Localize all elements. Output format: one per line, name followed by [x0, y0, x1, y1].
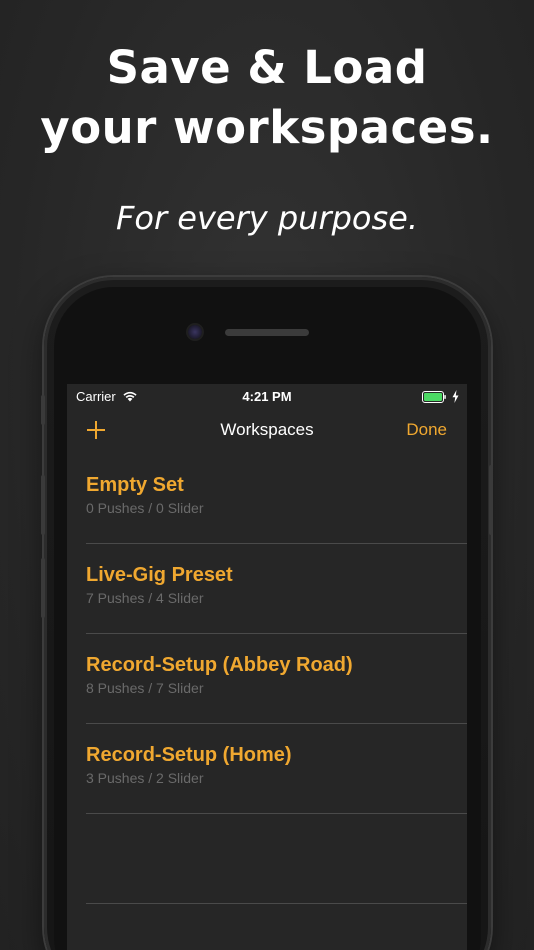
tagline: For every purpose.	[115, 199, 419, 237]
workspace-name: Live-Gig Preset	[86, 564, 233, 586]
camera-icon	[188, 325, 202, 339]
workspace-details: 7 Pushes / 4 Slider	[86, 590, 204, 606]
workspace-list: Empty Set 0 Pushes / 0 Slider Live-Gig P…	[67, 454, 467, 904]
workspace-item-live-gig-preset[interactable]: Live-Gig Preset 7 Pushes / 4 Slider	[86, 544, 467, 634]
workspace-details: 3 Pushes / 2 Slider	[86, 770, 204, 786]
phone-volume-up	[41, 475, 45, 535]
speaker-grille	[225, 329, 309, 336]
phone-volume-down	[41, 558, 45, 618]
workspace-name: Record-Setup (Abbey Road)	[86, 654, 353, 676]
status-bar: Carrier 4:21 PM	[67, 384, 467, 410]
workspace-item-empty-set[interactable]: Empty Set 0 Pushes / 0 Slider	[86, 454, 467, 544]
phone-silent-switch	[41, 395, 45, 425]
headline-line-1: Save & Load	[106, 41, 428, 94]
battery-icon	[422, 391, 446, 403]
app-screen: Carrier 4:21 PM Workspaces Done Empty Se…	[67, 384, 467, 950]
promo-screen: Save & Load your workspaces. For every p…	[0, 0, 534, 950]
workspace-item-record-setup-abbey-road[interactable]: Record-Setup (Abbey Road) 8 Pushes / 7 S…	[86, 634, 467, 724]
workspace-details: 8 Pushes / 7 Slider	[86, 680, 204, 696]
charging-bolt-icon	[452, 390, 459, 403]
workspace-item-record-setup-home[interactable]: Record-Setup (Home) 3 Pushes / 2 Slider	[86, 724, 467, 814]
done-button[interactable]: Done	[406, 420, 447, 440]
workspace-details: 0 Pushes / 0 Slider	[86, 500, 204, 516]
empty-list-row	[86, 814, 467, 904]
navigation-bar: Workspaces Done	[67, 410, 467, 454]
workspace-name: Record-Setup (Home)	[86, 744, 292, 766]
phone-power-button	[489, 465, 493, 535]
status-time: 4:21 PM	[242, 389, 292, 404]
headline-line-2: your workspaces.	[40, 101, 494, 154]
workspace-name: Empty Set	[86, 474, 184, 496]
headline: Save & Load your workspaces.	[0, 38, 534, 158]
